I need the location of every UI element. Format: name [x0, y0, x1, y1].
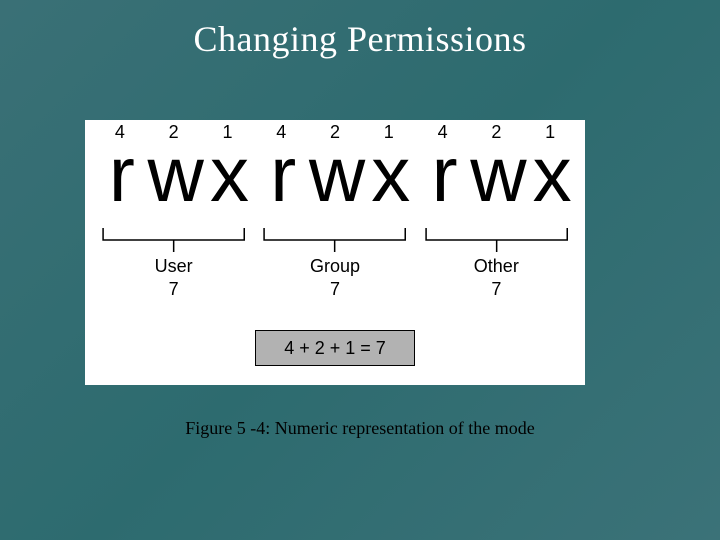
- col: 4 r: [254, 122, 308, 209]
- bracket-group: [254, 228, 415, 252]
- group-label-row: User 7 Group 7 Other 7: [93, 256, 577, 300]
- col: 1 x: [362, 122, 416, 209]
- col: 2 w: [308, 122, 362, 209]
- bracket-row: [93, 228, 577, 252]
- col: 1 x: [523, 122, 577, 209]
- bracket-icon: [93, 228, 254, 252]
- bracket-group: [93, 228, 254, 252]
- figure-panel: 4 r 2 w 1 x 4 r 2 w 1 x 4 r 2 w: [85, 120, 585, 385]
- perm-letter: w: [147, 139, 201, 209]
- perm-letter: r: [93, 139, 147, 209]
- equation-text: 4 + 2 + 1 = 7: [284, 338, 386, 359]
- group-label-col: User 7: [93, 256, 254, 300]
- col: 2 w: [147, 122, 201, 209]
- slide-title: Changing Permissions: [0, 0, 720, 60]
- perm-letter: w: [469, 139, 523, 209]
- group-label-col: Other 7: [416, 256, 577, 300]
- bracket-icon: [416, 228, 577, 252]
- group-name: User: [93, 256, 254, 277]
- bracket-group: [416, 228, 577, 252]
- perm-letter: x: [201, 139, 255, 209]
- perm-letter: w: [308, 139, 362, 209]
- bit-row: 4 r 2 w 1 x 4 r 2 w 1 x 4 r 2 w: [93, 122, 577, 209]
- group-label-col: Group 7: [254, 256, 415, 300]
- col: 4 r: [416, 122, 470, 209]
- perm-letter: x: [523, 139, 577, 209]
- perm-letter: x: [362, 139, 416, 209]
- figure-caption: Figure 5 -4: Numeric representation of t…: [0, 418, 720, 439]
- perm-letter: r: [254, 139, 308, 209]
- perm-letter: r: [416, 139, 470, 209]
- equation-box: 4 + 2 + 1 = 7: [255, 330, 415, 366]
- col: 1 x: [201, 122, 255, 209]
- col: 2 w: [469, 122, 523, 209]
- group-sum: 7: [254, 279, 415, 300]
- col: 4 r: [93, 122, 147, 209]
- bracket-icon: [254, 228, 415, 252]
- group-sum: 7: [93, 279, 254, 300]
- group-name: Other: [416, 256, 577, 277]
- group-name: Group: [254, 256, 415, 277]
- group-sum: 7: [416, 279, 577, 300]
